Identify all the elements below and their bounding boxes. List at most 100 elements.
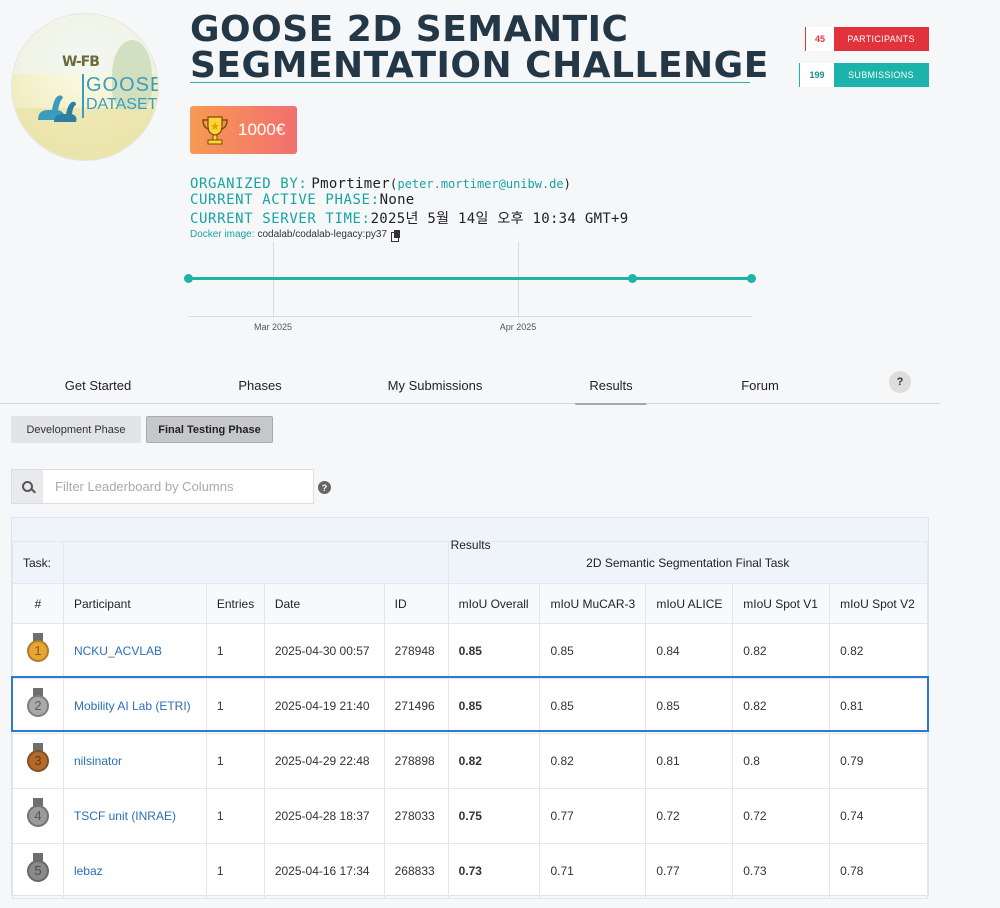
id-cell: 278033 [383,788,449,844]
date-cell: 2025-04-16 17:34 [263,843,385,899]
participant-cell[interactable]: nilsinator [62,733,207,789]
miou-mucar3-cell: 0.85 [539,678,647,734]
tab-get-started[interactable]: Get Started [65,378,131,393]
medal-icon: 5 [26,852,50,887]
medal-rank: 2 [26,694,49,717]
final-testing-phase-button[interactable]: Final Testing Phase [146,416,273,443]
development-phase-button[interactable]: Development Phase [11,416,141,443]
timeline-tick: Mar 2025 [253,322,293,332]
timeline-phase-dot[interactable] [747,274,756,283]
participants-badge[interactable]: 45 PARTICIPANTS [805,27,929,51]
leaderboard-table: Task: Results 2D Semantic Segmentation F… [12,538,929,899]
logo-dataset-text: DATASET [86,96,158,113]
column-header-miou-spot-v1[interactable]: mIoU Spot V1 [732,583,831,624]
task-name-header: Results 2D Semantic Segmentation Final T… [447,538,929,584]
title-underline [190,82,750,83]
competition-logo: W-FB GOOSE DATASET [12,14,158,160]
column-header-date[interactable]: Date [263,583,385,624]
column-header-participant[interactable]: Participant [62,583,207,624]
help-button[interactable]: ? [889,371,911,393]
table-row: 5 lebaz 1 2025-04-16 17:34 268833 0.73 0.71 0.7… [12,843,928,899]
submissions-count: 199 [800,63,834,87]
miou-spot-v2-cell: 0.81 [829,678,928,734]
id-cell: 278948 [383,623,449,679]
column-header-entries[interactable]: Entries [205,583,265,624]
timeline-phase-dot[interactable] [184,274,193,283]
medal-icon: 4 [26,797,50,832]
miou-alice-cell: 0.81 [645,733,734,789]
timeline-phase-dot[interactable] [628,274,637,283]
id-cell: 278898 [383,733,449,789]
rank-cell: 2 [12,678,64,734]
table-row: 2 Mobility AI Lab (ETRI) 1 2025-04-19 21:40… [12,678,928,734]
timeline-gridline [518,242,519,318]
tab-my-submissions[interactable]: My Submissions [388,378,483,393]
column-header-miou-spot-v2[interactable]: mIoU Spot V2 [829,583,928,624]
trophy-icon [202,116,228,145]
date-cell: 2025-04-29 22:48 [263,733,385,789]
participant-cell[interactable]: TSCF unit (INRAE) [62,788,207,844]
participant-cell[interactable]: lebaz [62,843,207,899]
column-header-miou-mucar3[interactable]: mIoU MuCAR-3 [539,583,647,624]
organizer-name[interactable]: Pmortimer [311,176,390,192]
miou-overall-cell: 0.82 [447,733,541,789]
miou-mucar3-cell: 0.85 [539,623,647,679]
medal-rank: 3 [26,749,49,772]
miou-spot-v1-cell: 0.82 [732,678,831,734]
column-header-rank[interactable]: # [12,583,64,624]
leaderboard: Task: Results 2D Semantic Segmentation F… [11,517,929,899]
rank-cell: 4 [12,788,64,844]
miou-alice-cell: 0.84 [645,623,734,679]
logo-wfb-text: W-FB [62,54,100,70]
timeline-bar [188,277,752,280]
active-phase-label: CURRENT ACTIVE PHASE: [190,192,380,208]
table-row: 4 TSCF unit (INRAE) 1 2025-04-28 18:37 27803… [12,788,928,844]
entries-cell: 1 [205,843,265,899]
column-header-miou-alice[interactable]: mIoU ALICE [645,583,734,624]
logo-divider [82,74,84,118]
tab-results[interactable]: Results [575,378,647,405]
miou-spot-v2-cell: 0.78 [829,843,928,899]
competition-tabs: Get Started Phases My Submissions Result… [0,368,940,405]
logo-goose-text: GOOSE [86,74,158,96]
miou-overall-cell: 0.73 [447,843,541,899]
participant-cell[interactable]: Mobility AI Lab (ETRI) [62,678,207,734]
task-label: Task: [12,541,64,584]
question-circle-icon[interactable]: ? [318,481,331,494]
miou-mucar3-cell: 0.71 [539,843,647,899]
miou-spot-v1-cell: 0.8 [732,733,831,789]
column-header-id[interactable]: ID [383,583,449,624]
medal-rank: 1 [26,639,49,662]
task-name: 2D Semantic Segmentation Final Task [586,555,790,570]
medal-icon: 2 [26,687,50,722]
phase-timeline: Mar 2025 Apr 2025 [180,240,760,340]
table-row: 3 nilsinator 1 2025-04-29 22:48 278898 0.82 0.… [12,733,928,789]
rank-cell: 1 [12,623,64,679]
server-time-line: CURRENT SERVER TIME: 2025년 5월 14일 오후 10:… [190,208,629,228]
prize-badge: 1000€ [190,106,297,154]
prize-amount: 1000€ [238,120,286,139]
miou-spot-v1-cell: 0.82 [732,623,831,679]
tab-phases[interactable]: Phases [238,378,281,393]
miou-alice-cell: 0.85 [645,678,734,734]
miou-alice-cell: 0.77 [645,843,734,899]
copy-icon[interactable] [391,229,401,242]
docker-label: Docker image: [190,229,255,240]
participant-cell[interactable]: NCKU_ACVLAB [62,623,207,679]
rank-cell: 5 [12,843,64,899]
miou-spot-v1-cell: 0.72 [732,788,831,844]
server-time-value: 2025년 5월 14일 오후 10:34 GMT+9 [370,211,629,227]
tab-forum[interactable]: Forum [741,378,779,393]
miou-overall-cell: 0.85 [447,678,541,734]
server-time-label: CURRENT SERVER TIME: [190,211,371,227]
medal-rank: 5 [26,859,49,882]
timeline-axis [188,316,752,317]
docker-image: codalab/codalab-legacy:py37 [257,229,388,240]
organized-by-label: ORGANIZED BY: [190,176,308,192]
filter-input[interactable] [43,470,313,503]
date-cell: 2025-04-19 21:40 [263,678,385,734]
column-header-miou-overall[interactable]: mIoU Overall [447,583,541,624]
organizer-email[interactable]: peter.mortimer@unibw.de [397,177,563,191]
submissions-badge[interactable]: 199 SUBMISSIONS [799,63,929,87]
id-cell: 268833 [383,843,449,899]
